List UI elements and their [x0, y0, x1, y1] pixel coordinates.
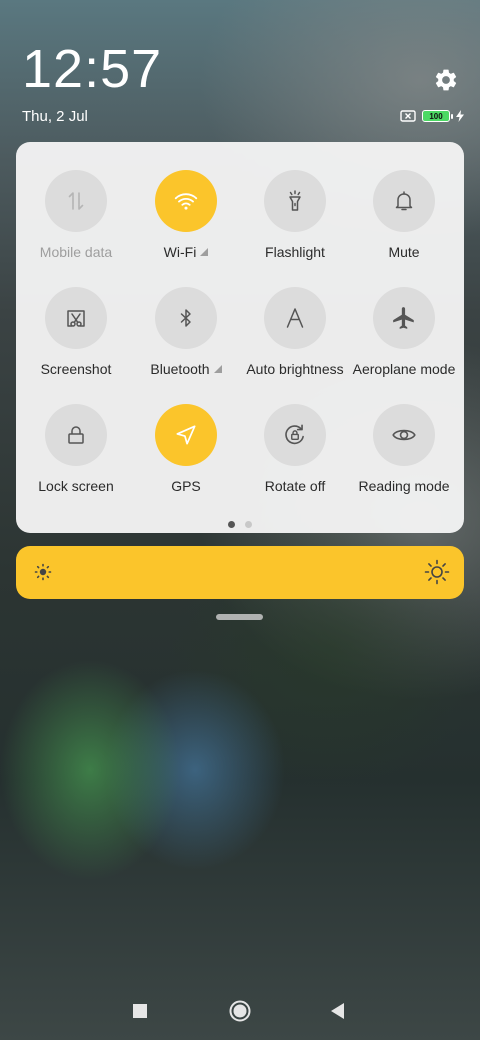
flashlight-icon — [289, 190, 301, 211]
lock-icon — [68, 426, 84, 444]
tile-label: Wi-Fi — [163, 244, 197, 260]
screenshot-icon — [67, 310, 85, 327]
expand-triangle-icon — [213, 365, 222, 373]
no-sim-icon — [400, 110, 416, 122]
back-button[interactable] — [324, 997, 352, 1025]
panel-drag-handle[interactable] — [216, 614, 263, 620]
bluetooth-icon — [180, 309, 191, 327]
charging-bolt-icon — [456, 110, 464, 122]
tile-screenshot-circle[interactable] — [45, 287, 107, 349]
tile-label-wrap: Wi-Fi — [124, 244, 248, 260]
eye-icon — [392, 429, 416, 441]
tile-rotate-off-circle[interactable] — [264, 404, 326, 466]
tile-screenshot[interactable]: Screenshot — [20, 287, 132, 397]
tile-label: Auto brightness — [246, 361, 344, 377]
brightness-low-icon — [34, 563, 52, 581]
page-indicator — [228, 521, 252, 528]
expand-triangle-icon — [200, 248, 209, 256]
wifi-icon — [174, 193, 198, 210]
tile-bluetooth[interactable]: Bluetooth — [130, 287, 242, 397]
page-dot — [245, 521, 252, 528]
brightness-high-icon — [424, 559, 450, 585]
tile-reading-mode[interactable]: Reading mode — [348, 404, 460, 514]
tile-auto-brightness-circle[interactable] — [264, 287, 326, 349]
tile-label: Lock screen — [38, 478, 114, 494]
brightness-slider[interactable] — [16, 546, 464, 599]
tile-mute-circle[interactable] — [373, 170, 435, 232]
tile-mobile-data[interactable]: Mobile data — [20, 170, 132, 280]
tile-mute[interactable]: Mute — [348, 170, 460, 280]
battery-level: 100 — [429, 111, 443, 121]
tile-reading-mode-circle[interactable] — [373, 404, 435, 466]
tile-aeroplane-mode-circle[interactable] — [373, 287, 435, 349]
status-icons: 100 — [400, 110, 464, 122]
tile-label: Aeroplane mode — [352, 361, 456, 377]
page-dot-active — [228, 521, 235, 528]
clock-time: 12:57 — [22, 39, 163, 99]
tile-bluetooth-circle[interactable] — [155, 287, 217, 349]
tile-wifi[interactable]: Wi-Fi — [130, 170, 242, 280]
tile-label: Reading mode — [358, 478, 450, 494]
date-label: Thu, 2 Jul — [22, 108, 88, 125]
tile-label: Mobile data — [39, 244, 113, 260]
tile-label-wrap: Bluetooth — [124, 361, 248, 377]
tile-label: Flashlight — [265, 244, 325, 260]
quick-settings-panel: Mobile data Wi-Fi Flashlight Mute Screen… — [16, 142, 464, 533]
back-triangle-icon — [331, 1003, 344, 1019]
bell-icon — [395, 191, 413, 211]
tile-label: Bluetooth — [150, 361, 210, 377]
mobile-data-icon — [68, 192, 84, 210]
auto-brightness-icon — [286, 308, 304, 328]
tile-aeroplane-mode[interactable]: Aeroplane mode — [348, 287, 460, 397]
rotation-lock-icon — [285, 424, 304, 445]
square-icon — [133, 1004, 147, 1018]
location-arrow-icon — [176, 425, 196, 445]
tile-label: Mute — [388, 244, 420, 260]
home-button[interactable] — [226, 997, 254, 1025]
tile-lock-screen-circle[interactable] — [45, 404, 107, 466]
tile-flashlight[interactable]: Flashlight — [239, 170, 351, 280]
tile-flashlight-circle[interactable] — [264, 170, 326, 232]
airplane-icon — [393, 307, 414, 329]
recents-button[interactable] — [126, 997, 154, 1025]
battery-icon: 100 — [422, 110, 453, 122]
tile-label: Rotate off — [264, 478, 326, 494]
tile-wifi-circle[interactable] — [155, 170, 217, 232]
settings-button[interactable] — [430, 64, 462, 96]
tile-gps[interactable]: GPS — [130, 404, 242, 514]
tile-label: GPS — [171, 478, 201, 494]
tile-lock-screen[interactable]: Lock screen — [20, 404, 132, 514]
tile-auto-brightness[interactable]: Auto brightness — [239, 287, 351, 397]
gear-icon — [435, 69, 457, 91]
circle-icon — [229, 1000, 251, 1022]
tile-mobile-data-circle[interactable] — [45, 170, 107, 232]
tile-gps-circle[interactable] — [155, 404, 217, 466]
tile-label: Screenshot — [40, 361, 112, 377]
tile-rotate-off[interactable]: Rotate off — [239, 404, 351, 514]
